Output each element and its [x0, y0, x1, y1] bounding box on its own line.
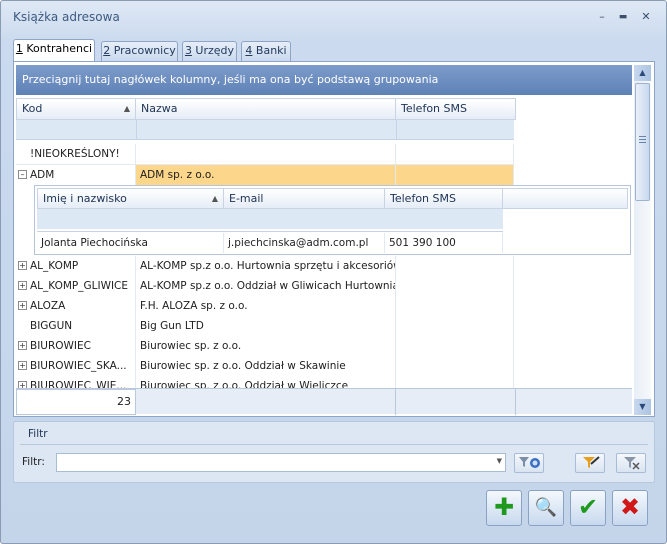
cell-kod: BIUROWIEC_WIE... [16, 376, 136, 388]
title-bar: Książka adresowa – ▬ ✕ [1, 1, 666, 33]
column-header-telefon[interactable]: Telefon SMS [396, 98, 516, 120]
tab-urzedy[interactable]: 3 Urzędy [182, 41, 237, 61]
add-button[interactable]: ✚ [486, 490, 522, 526]
column-header-empty [503, 188, 628, 209]
cell-telefon [396, 296, 514, 316]
cell-telefon [396, 316, 514, 336]
cell-telefon [396, 376, 514, 388]
maximize-button[interactable]: ▬ [614, 9, 632, 25]
cell-nazwa: AL-KOMP sp.z o.o. Hurtownia sprzętu i ak… [136, 256, 396, 276]
clear-filter-button[interactable] [616, 453, 646, 473]
auto-filter-row[interactable] [16, 120, 514, 140]
chevron-down-icon[interactable]: ▼ [497, 457, 502, 465]
table-row[interactable]: + AL_KOMP AL-KOMP sp.z o.o. Hurtownia sp… [16, 256, 514, 276]
tab-banki[interactable]: 4 Banki [241, 41, 291, 61]
cell-nazwa: F.H. ALOZA sp. z o.o. [136, 296, 396, 316]
column-header-email[interactable]: E-mail [224, 188, 385, 209]
record-count: 23 [16, 389, 136, 415]
filter-section: Filtr Filtr: ▼ [13, 421, 655, 483]
cell-imie: Jolanta Piechocińska [37, 233, 224, 253]
filter-input[interactable]: ▼ [56, 453, 506, 472]
ok-button[interactable]: ✔ [570, 490, 606, 526]
edit-button[interactable]: 🔍 [528, 490, 564, 526]
cell-nazwa: ADM sp. z o.o. [136, 165, 396, 185]
cell-kod: BIUROWIEC [16, 336, 136, 356]
table-row[interactable]: + ALOZA F.H. ALOZA sp. z o.o. [16, 296, 514, 316]
table-row[interactable]: !NIEOKREŚLONY! [16, 144, 514, 164]
column-header-kod[interactable]: Kod ▲ [16, 98, 136, 120]
collapse-icon[interactable]: – [18, 170, 27, 179]
detail-row[interactable]: Jolanta Piechocińska j.piechcinska@adm.c… [37, 233, 503, 253]
cell-nazwa: Biurowiec sp. z o.o. Oddział w Wieliczce [136, 376, 396, 388]
window-title: Książka adresowa [13, 10, 120, 24]
cell-nazwa: Biurowiec sp. z o.o. Oddział w Skawinie [136, 356, 396, 376]
table-row[interactable]: + AL_KOMP_GLIWICE AL-KOMP sp.z o.o. Oddz… [16, 276, 514, 296]
cell-nazwa: Biurowiec sp. z o.o. [136, 336, 396, 356]
sort-asc-icon: ▲ [211, 194, 218, 203]
cell-telefon [396, 276, 514, 296]
summary-footer: 23 [16, 388, 632, 415]
cell-telefon [396, 165, 514, 185]
detail-filter-row[interactable] [37, 209, 503, 229]
scroll-up-arrow-icon[interactable]: ▲ [634, 65, 651, 81]
cell-telefon [396, 336, 514, 356]
table-row[interactable]: + BIUROWIEC_SKA... Biurowiec sp. z o.o. … [16, 356, 514, 376]
filter-label: Filtr: [22, 456, 45, 468]
cell-nazwa: AL-KOMP sp.z o.o. Oddział w Gliwicach Hu… [136, 276, 396, 296]
table-row[interactable]: + BIUROWIEC Biurowiec sp. z o.o. [16, 336, 514, 356]
cell-kod: !NIEOKREŚLONY! [16, 144, 136, 164]
table-row[interactable]: BIGGUN Big Gun LTD [16, 316, 514, 336]
cell-detail-telefon: 501 390 100 [385, 233, 503, 253]
scroll-down-arrow-icon[interactable]: ▼ [634, 399, 651, 415]
cell-telefon [396, 144, 514, 164]
cell-kod: BIGGUN [16, 316, 136, 336]
tab-pracownicy[interactable]: 2 Pracownicy [101, 41, 178, 61]
cell-kod: BIUROWIEC_SKA... [16, 356, 136, 376]
table-row-selected[interactable]: ADM – ADM sp. z o.o. [16, 165, 514, 185]
contact-persons-detail-grid: Imię i nazwisko ▲ E-mail Telefon SMS Jol… [34, 185, 631, 255]
group-by-panel[interactable]: Przeciągnij tutaj nagłówek kolumny, jeśl… [16, 65, 632, 95]
column-header-nazwa[interactable]: Nazwa [136, 98, 396, 120]
filter-settings-button[interactable] [575, 453, 605, 473]
column-header-detail-telefon[interactable]: Telefon SMS [385, 188, 503, 209]
vertical-scrollbar[interactable]: ▲ ▼ [634, 65, 651, 415]
cell-kod: AL_KOMP [16, 256, 136, 276]
tab-kontrahenci[interactable]: 1 Kontrahenci [13, 39, 95, 62]
sort-asc-icon: ▲ [123, 104, 130, 113]
funnel-wrench-icon [583, 456, 600, 468]
cancel-button[interactable]: ✖ [612, 490, 648, 526]
funnel-clear-icon [624, 457, 640, 470]
cell-telefon [396, 256, 514, 276]
column-header-imie[interactable]: Imię i nazwisko ▲ [37, 188, 224, 209]
cell-nazwa: Big Gun LTD [136, 316, 396, 336]
cell-kod: AL_KOMP_GLIWICE [16, 276, 136, 296]
cell-telefon [396, 356, 514, 376]
cell-email: j.piechcinska@adm.com.pl [224, 233, 385, 253]
contractors-grid: Przeciągnij tutaj nagłówek kolumny, jeśl… [13, 61, 655, 417]
table-row[interactable]: + BIUROWIEC_WIE... Biurowiec sp. z o.o. … [16, 376, 514, 388]
cell-kod: ALOZA [16, 296, 136, 316]
cell-nazwa [136, 144, 396, 164]
scroll-thumb[interactable] [635, 83, 650, 201]
apply-filter-button[interactable] [514, 453, 544, 473]
minimize-button[interactable]: – [593, 9, 611, 25]
address-book-window: Książka adresowa – ▬ ✕ 1 Kontrahenci 2 P… [0, 0, 667, 544]
column-kod-label: Kod [22, 102, 43, 115]
funnel-icon [519, 457, 540, 468]
filter-section-title: Filtr [28, 428, 48, 440]
column-imie-label: Imię i nazwisko [43, 192, 127, 205]
close-button[interactable]: ✕ [637, 9, 655, 25]
cell-kod: ADM [16, 165, 136, 185]
